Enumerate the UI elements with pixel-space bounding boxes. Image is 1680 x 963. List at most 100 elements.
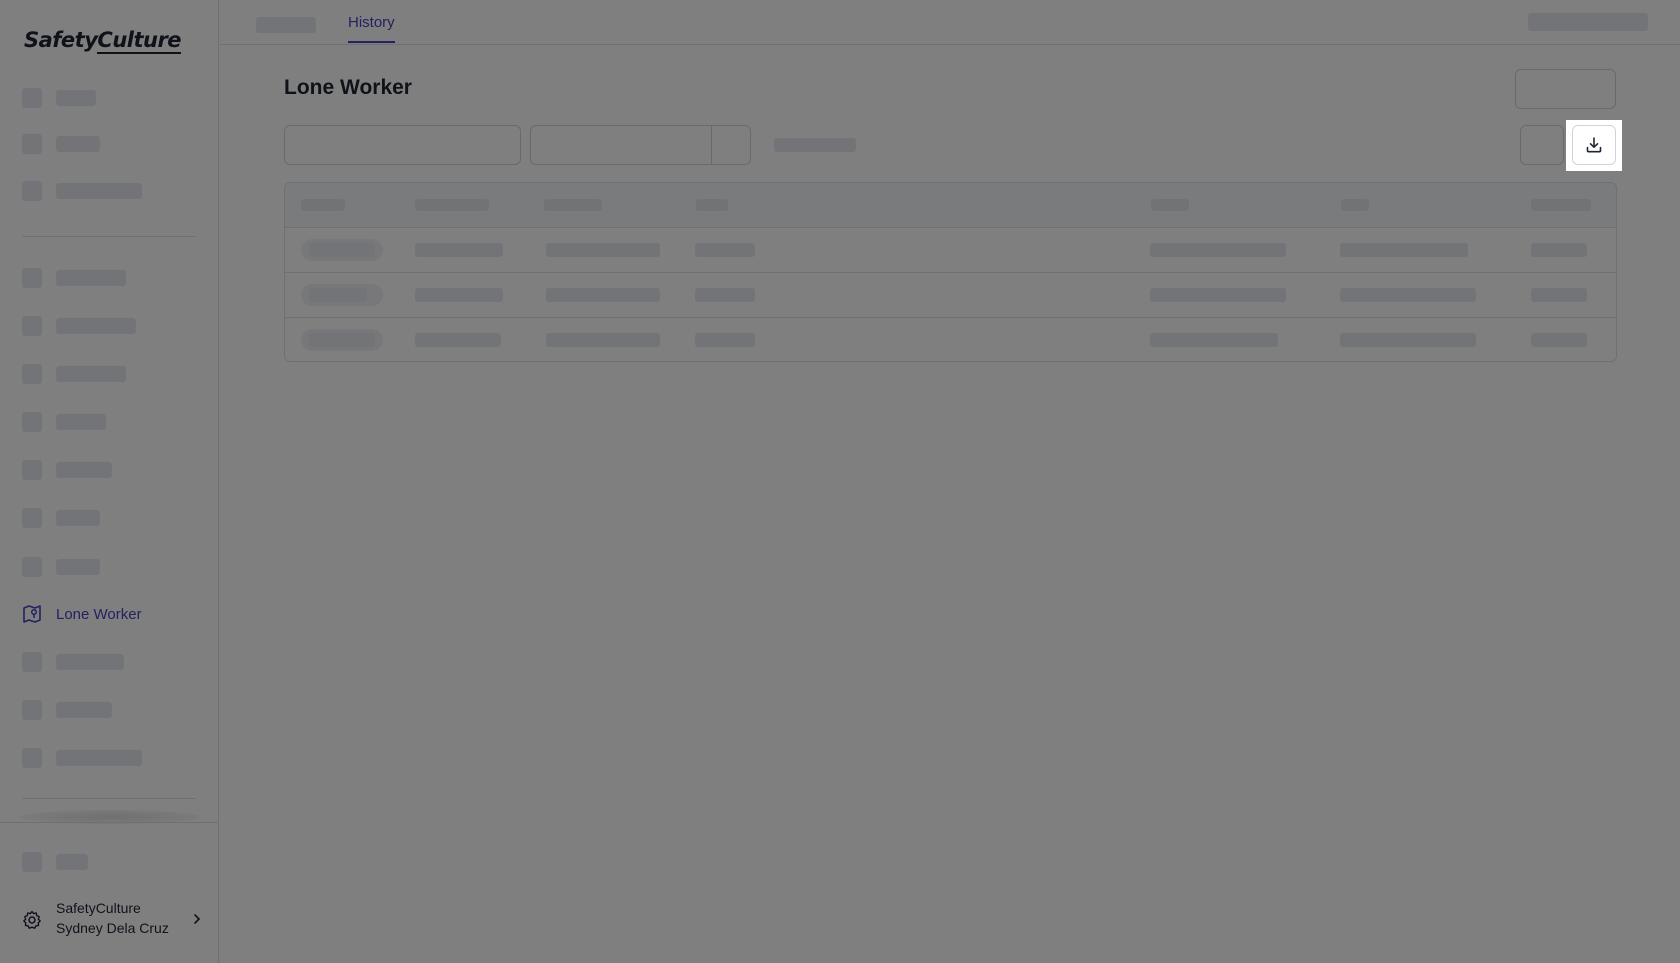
table-row[interactable] xyxy=(285,318,1616,361)
skeleton-cell xyxy=(1340,333,1476,347)
placeholder-icon xyxy=(22,88,42,108)
skeleton-cell xyxy=(546,288,660,302)
placeholder-icon xyxy=(22,700,42,720)
sidebar: SafetyCulture Lone Worker SafetyCulture … xyxy=(0,0,219,963)
sidebar-item-placeholder[interactable] xyxy=(22,134,202,154)
skeleton-label xyxy=(56,702,112,718)
skeleton-label xyxy=(56,854,88,870)
tab-history[interactable]: History xyxy=(348,14,395,43)
table-row[interactable] xyxy=(285,228,1616,273)
column-header xyxy=(544,199,602,211)
placeholder-icon xyxy=(22,268,42,288)
skeleton-cell xyxy=(1340,243,1468,257)
skeleton-cell xyxy=(1340,288,1476,302)
history-table xyxy=(284,182,1617,362)
sidebar-item-placeholder[interactable] xyxy=(22,268,202,288)
sidebar-item-placeholder[interactable] xyxy=(22,852,202,872)
top-right-placeholder[interactable] xyxy=(1528,13,1648,31)
tab-placeholder[interactable] xyxy=(256,17,316,33)
table-row[interactable] xyxy=(285,273,1616,318)
sidebar-item-placeholder[interactable] xyxy=(22,700,202,720)
org-name: SafetyCulture xyxy=(56,900,141,916)
placeholder-icon xyxy=(22,316,42,336)
skeleton-label xyxy=(56,366,126,382)
skeleton-cell xyxy=(546,243,660,257)
skeleton-cell xyxy=(1531,243,1587,257)
sidebar-item-placeholder[interactable] xyxy=(22,508,202,528)
skeleton-label xyxy=(56,462,112,478)
sidebar-item-placeholder[interactable] xyxy=(22,88,202,108)
sidebar-bottom-divider xyxy=(0,822,219,823)
org-switcher[interactable]: SafetyCulture Sydney Dela Cruz xyxy=(22,898,212,942)
skeleton-cell xyxy=(546,333,660,347)
status-badge xyxy=(301,284,383,306)
logo-text-culture: Culture xyxy=(97,28,182,54)
column-header xyxy=(1341,199,1369,211)
sidebar-item-placeholder[interactable] xyxy=(22,364,202,384)
skeleton-cell xyxy=(695,333,755,347)
skeleton-label xyxy=(56,318,136,334)
download-button[interactable] xyxy=(1572,125,1616,165)
skeleton-cell xyxy=(415,243,503,257)
sidebar-item-placeholder[interactable] xyxy=(22,557,202,577)
placeholder-icon xyxy=(22,364,42,384)
page-title: Lone Worker xyxy=(284,76,412,99)
safetyculture-logo[interactable]: SafetyCulture xyxy=(24,28,182,54)
placeholder-icon xyxy=(22,852,42,872)
table-header xyxy=(285,183,1616,228)
sidebar-item-placeholder[interactable] xyxy=(22,412,202,432)
date-range-filter[interactable] xyxy=(530,125,751,165)
header-action-button[interactable] xyxy=(1515,69,1616,109)
skeleton-label xyxy=(56,510,100,526)
sidebar-divider xyxy=(22,236,196,237)
column-header xyxy=(696,199,728,211)
column-header xyxy=(1531,199,1591,211)
skeleton-label xyxy=(56,654,124,670)
column-header xyxy=(301,199,345,211)
user-name: Sydney Dela Cruz xyxy=(56,920,169,936)
skeleton-cell xyxy=(1531,288,1587,302)
gear-icon xyxy=(23,910,41,929)
placeholder-icon xyxy=(22,134,42,154)
status-badge xyxy=(301,329,383,351)
sidebar-item-lone-worker[interactable]: Lone Worker xyxy=(22,604,202,624)
placeholder-icon xyxy=(22,557,42,577)
skeleton-cell xyxy=(1150,243,1286,257)
search-input[interactable] xyxy=(284,125,521,165)
skeleton-text xyxy=(309,288,367,302)
filter-placeholder[interactable] xyxy=(774,138,856,152)
skeleton-label xyxy=(56,559,100,575)
column-header xyxy=(1151,199,1189,211)
sidebar-item-placeholder[interactable] xyxy=(22,652,202,672)
sidebar-divider xyxy=(22,798,196,799)
skeleton-cell xyxy=(1150,333,1278,347)
skeleton-text xyxy=(309,333,375,347)
skeleton-label xyxy=(56,183,142,199)
placeholder-icon xyxy=(22,412,42,432)
skeleton-label xyxy=(56,750,142,766)
skeleton-cell xyxy=(1150,288,1286,302)
date-filter-separator xyxy=(711,126,712,164)
status-badge xyxy=(301,239,383,261)
sidebar-item-label: Lone Worker xyxy=(56,606,142,623)
skeleton-label xyxy=(56,90,96,106)
download-icon xyxy=(1586,137,1602,153)
map-pin-shield-icon xyxy=(23,605,41,623)
logo-text-safety: Safety xyxy=(24,28,98,52)
settings-button[interactable] xyxy=(1520,125,1564,165)
placeholder-icon xyxy=(22,748,42,768)
placeholder-icon xyxy=(22,181,42,201)
skeleton-cell xyxy=(415,288,503,302)
column-header xyxy=(415,199,489,211)
skeleton-cell xyxy=(1531,333,1587,347)
sidebar-item-placeholder[interactable] xyxy=(22,460,202,480)
skeleton-label xyxy=(56,270,126,286)
top-bar: History xyxy=(220,0,1680,45)
sidebar-item-placeholder[interactable] xyxy=(22,181,202,201)
sidebar-item-placeholder[interactable] xyxy=(22,316,202,336)
skeleton-cell xyxy=(695,243,755,257)
sidebar-item-placeholder[interactable] xyxy=(22,748,202,768)
skeleton-text xyxy=(309,243,375,257)
placeholder-icon xyxy=(22,508,42,528)
app-window: SafetyCulture Lone Worker SafetyCulture … xyxy=(0,0,1680,963)
